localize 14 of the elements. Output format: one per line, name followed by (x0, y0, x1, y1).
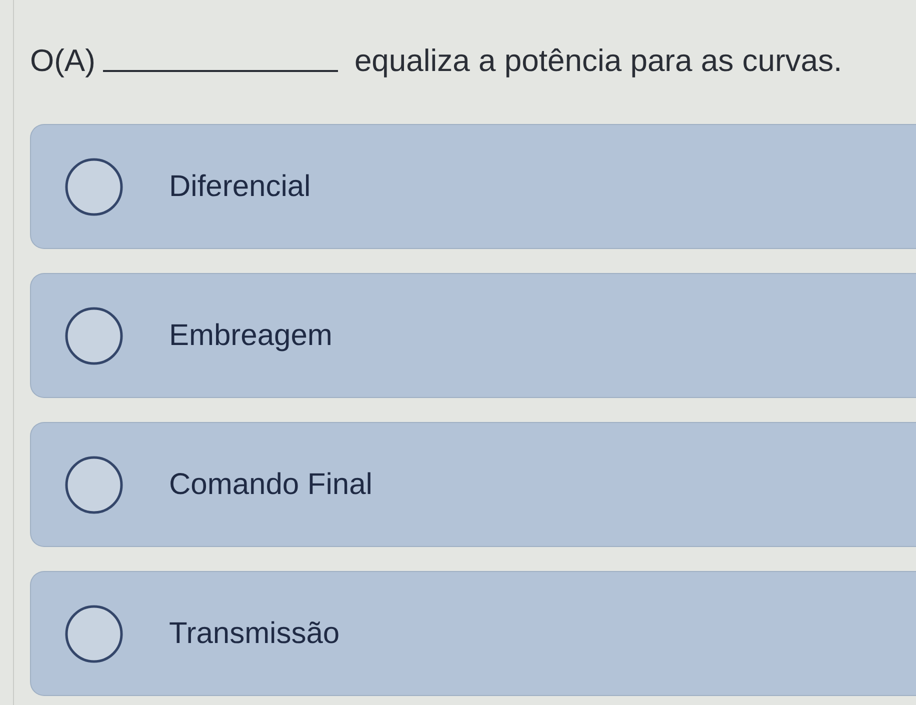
answer-option[interactable]: Embreagem (30, 273, 916, 398)
radio-icon[interactable] (65, 306, 123, 364)
answer-option[interactable]: Diferencial (30, 124, 916, 249)
radio-icon[interactable] (65, 158, 123, 216)
option-label: Transmissão (169, 616, 340, 652)
question-text: O(A) (30, 44, 96, 76)
option-label: Embreagem (169, 318, 332, 354)
radio-icon[interactable] (65, 604, 123, 662)
answer-option[interactable]: Transmissão (30, 571, 916, 696)
option-label: Diferencial (169, 169, 311, 205)
option-label: Comando Final (169, 467, 372, 503)
radio-icon[interactable] (65, 456, 123, 514)
question-text: equaliza a potência para as curvas. (354, 44, 842, 76)
answer-option[interactable]: Comando Final (30, 422, 916, 547)
